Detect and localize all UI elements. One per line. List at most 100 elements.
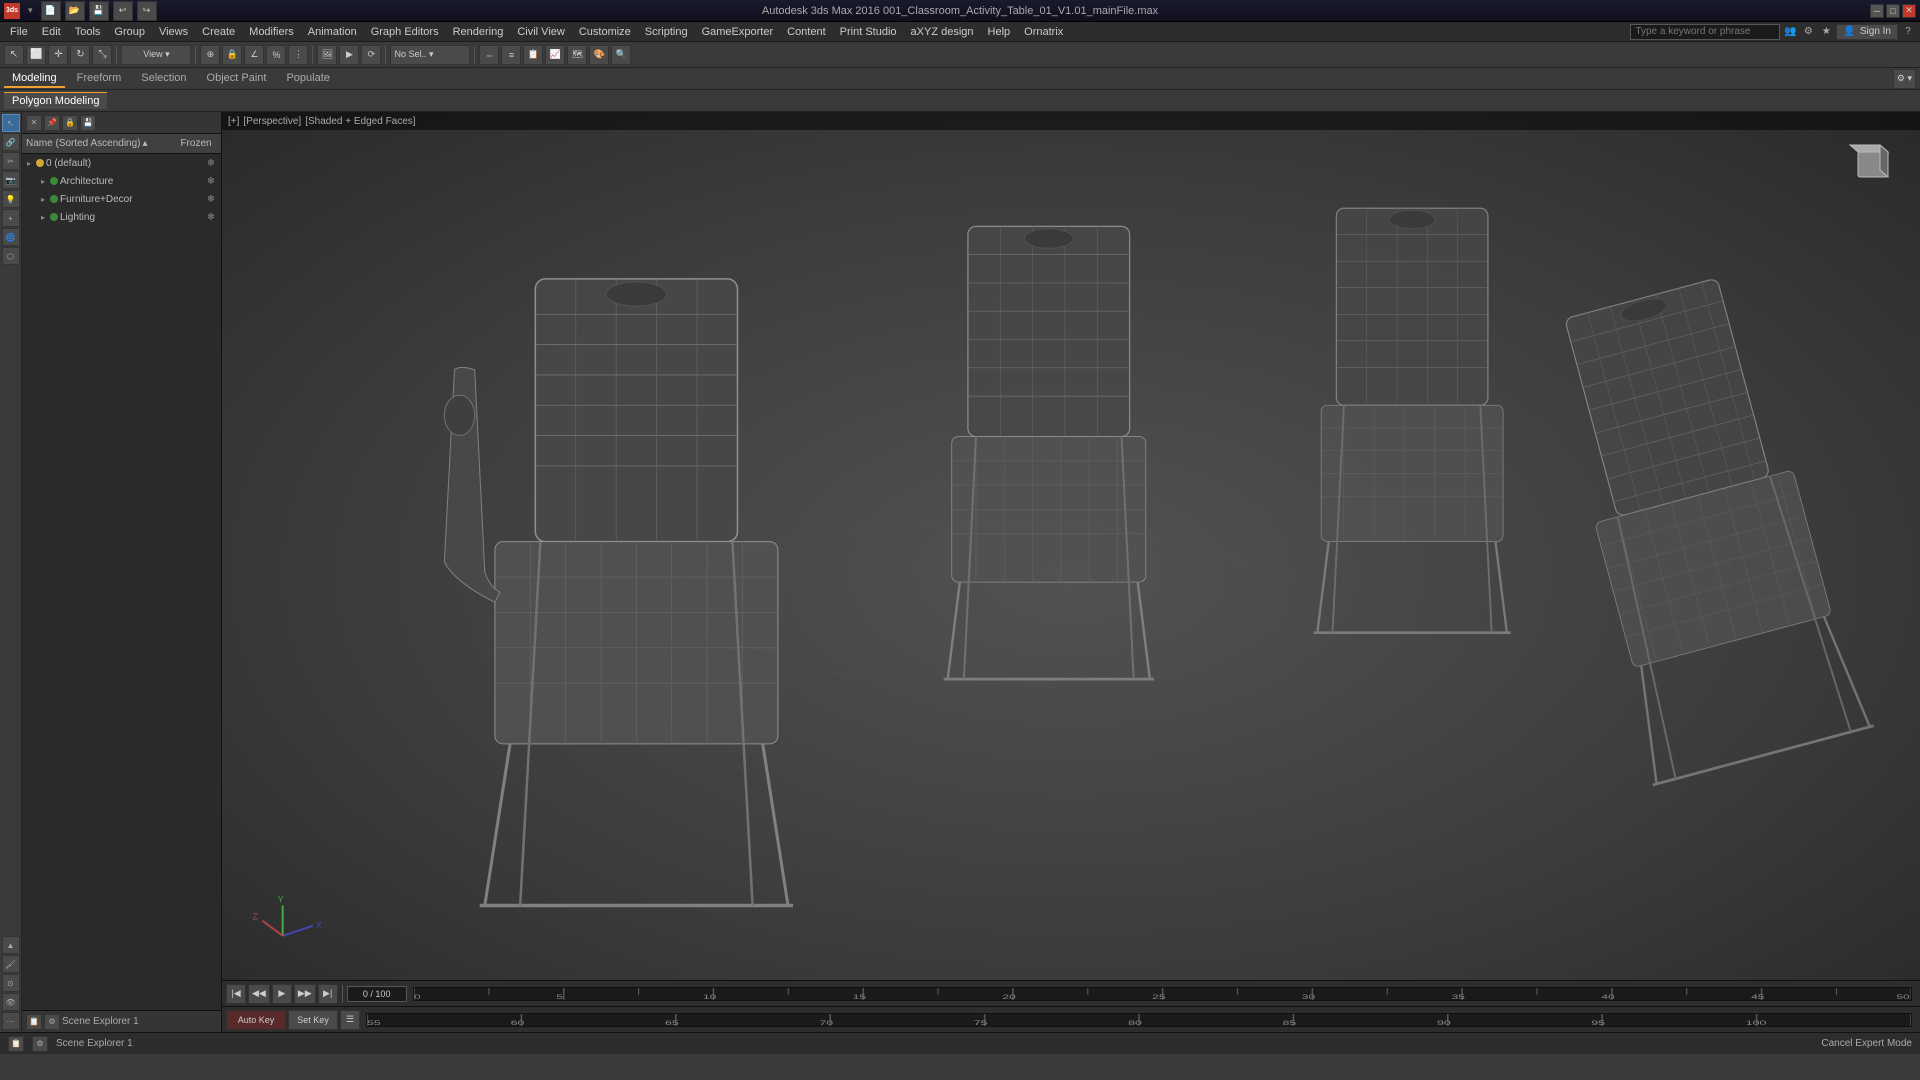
- tree-item-default[interactable]: ▸ 0 (default) ❄: [22, 154, 221, 172]
- menu-modifiers[interactable]: Modifiers: [243, 24, 300, 40]
- scene-footer-btn1[interactable]: 📋: [26, 1014, 42, 1030]
- move-tool[interactable]: ✛: [48, 45, 68, 65]
- menu-tools[interactable]: Tools: [69, 24, 107, 40]
- viewport[interactable]: [+] [Perspective] [Shaded + Edged Faces]: [222, 112, 1920, 1032]
- tab-populate[interactable]: Populate: [278, 70, 337, 88]
- create-shape-icon[interactable]: ▲: [2, 936, 20, 954]
- new-btn[interactable]: 📄: [41, 1, 61, 21]
- named-selection[interactable]: No Sel.. ▾: [390, 45, 470, 65]
- tab-options-btn[interactable]: ⚙ ▾: [1893, 69, 1916, 89]
- more-icon[interactable]: ⋯: [2, 1012, 20, 1030]
- menu-create[interactable]: Create: [196, 24, 241, 40]
- angle-snap[interactable]: ∠: [244, 45, 264, 65]
- align-btn[interactable]: ≡: [501, 45, 521, 65]
- auto-key-btn[interactable]: Auto Key: [226, 1010, 286, 1030]
- paint-icon[interactable]: 🖌: [2, 955, 20, 973]
- prev-key-btn[interactable]: ◀◀: [248, 984, 270, 1004]
- unlink-icon[interactable]: ✂: [2, 152, 20, 170]
- help-icon[interactable]: ?: [1900, 24, 1916, 40]
- camera-icon[interactable]: 📷: [2, 171, 20, 189]
- star-icon[interactable]: ★: [1818, 24, 1834, 40]
- menu-axyz[interactable]: aXYZ design: [905, 24, 980, 40]
- spacewarp-icon[interactable]: 🌀: [2, 228, 20, 246]
- snap-toggle[interactable]: 🔒: [222, 45, 242, 65]
- vp-shading[interactable]: [Shaded + Edged Faces]: [305, 116, 415, 127]
- scene-tool2[interactable]: 🔒: [62, 115, 78, 131]
- menu-rendering[interactable]: Rendering: [447, 24, 510, 40]
- tab-freeform[interactable]: Freeform: [69, 70, 130, 88]
- scene-tool1[interactable]: 📌: [44, 115, 60, 131]
- save-btn[interactable]: 💾: [89, 1, 109, 21]
- menu-help[interactable]: Help: [982, 24, 1017, 40]
- close-btn[interactable]: ✕: [1902, 4, 1916, 18]
- tree-item-furniture[interactable]: ▸ Furniture+Decor ❄: [22, 190, 221, 208]
- tree-item-architecture[interactable]: ▸ Architecture ❄: [22, 172, 221, 190]
- scene-footer-btn2[interactable]: ⚙: [44, 1014, 60, 1030]
- expand-furniture[interactable]: ▸: [38, 194, 48, 204]
- tab-object-paint[interactable]: Object Paint: [199, 70, 275, 88]
- next-key-btn[interactable]: ▶▶: [294, 984, 316, 1004]
- render-setup[interactable]: 🖼: [317, 45, 337, 65]
- select-tool[interactable]: ↖: [4, 45, 24, 65]
- set-key-btn[interactable]: Set Key: [288, 1010, 338, 1030]
- scale-tool[interactable]: ⤡: [92, 45, 112, 65]
- select-icon[interactable]: ↖: [2, 114, 20, 132]
- prev-frame-btn[interactable]: |◀: [226, 984, 246, 1004]
- layer-mgr[interactable]: 📋: [523, 45, 543, 65]
- menu-game-exporter[interactable]: GameExporter: [696, 24, 780, 40]
- frame-counter[interactable]: 0 / 100: [347, 986, 407, 1002]
- reference-coord[interactable]: View ▾: [121, 45, 191, 65]
- menu-customize[interactable]: Customize: [573, 24, 637, 40]
- status-icon2[interactable]: ⚙: [32, 1036, 48, 1052]
- menu-graph-editors[interactable]: Graph Editors: [365, 24, 445, 40]
- open-btn[interactable]: 📂: [65, 1, 85, 21]
- viewport-gizmo[interactable]: [1840, 137, 1905, 202]
- poly-modeling-tab[interactable]: Polygon Modeling: [4, 92, 107, 109]
- users-icon[interactable]: 👥: [1782, 24, 1798, 40]
- col-name-header[interactable]: Name (Sorted Ascending) ▴: [22, 138, 171, 149]
- percent-snap[interactable]: %: [266, 45, 286, 65]
- pivot-btn[interactable]: ⊕: [200, 45, 220, 65]
- curve-editor[interactable]: 📈: [545, 45, 565, 65]
- menu-edit[interactable]: Edit: [36, 24, 67, 40]
- cancel-expert-mode[interactable]: Cancel Expert Mode: [1821, 1038, 1912, 1049]
- vp-bracket[interactable]: [+]: [228, 116, 239, 127]
- expand-lighting[interactable]: ▸: [38, 212, 48, 222]
- undo-btn[interactable]: ↩: [113, 1, 133, 21]
- render-explorer[interactable]: 🔍: [611, 45, 631, 65]
- tree-item-lighting[interactable]: ▸ Lighting ❄: [22, 208, 221, 226]
- play-btn[interactable]: ▶: [272, 984, 292, 1004]
- tab-selection[interactable]: Selection: [133, 70, 194, 88]
- rotate-tool[interactable]: ↻: [70, 45, 90, 65]
- render-last[interactable]: ⟳: [361, 45, 381, 65]
- select-region[interactable]: ⬜: [26, 45, 46, 65]
- schematic-view[interactable]: 🗺: [567, 45, 587, 65]
- expand-default[interactable]: ▸: [24, 158, 34, 168]
- helper-icon[interactable]: +: [2, 209, 20, 227]
- menu-views[interactable]: Views: [153, 24, 194, 40]
- menu-ornatrix[interactable]: Ornatrix: [1018, 24, 1069, 40]
- key-filter-btn[interactable]: ☰: [340, 1010, 360, 1030]
- settings-icon[interactable]: ⚙: [1800, 24, 1816, 40]
- spinner-snap[interactable]: ⋮: [288, 45, 308, 65]
- next-frame-btn[interactable]: ▶|: [318, 984, 338, 1004]
- minimize-btn[interactable]: ─: [1870, 4, 1884, 18]
- display-icon[interactable]: 👁: [2, 993, 20, 1011]
- col-frozen-header[interactable]: Frozen: [171, 138, 221, 149]
- menu-print-studio[interactable]: Print Studio: [834, 24, 903, 40]
- material-editor[interactable]: 🎨: [589, 45, 609, 65]
- light-icon[interactable]: 💡: [2, 190, 20, 208]
- modifier-icon[interactable]: ⬡: [2, 247, 20, 265]
- new-layer-btn[interactable]: ✕: [26, 115, 42, 131]
- search-input[interactable]: [1630, 24, 1780, 40]
- expand-architecture[interactable]: ▸: [38, 176, 48, 186]
- menu-group[interactable]: Group: [108, 24, 151, 40]
- redo-btn[interactable]: ↪: [137, 1, 157, 21]
- timeline-scrubber2[interactable]: 55 60 65 70 75 80 85 90 95 100: [366, 1013, 1912, 1027]
- mirror-btn[interactable]: ⇔: [479, 45, 499, 65]
- isolate-icon[interactable]: ⊙: [2, 974, 20, 992]
- scene-tool3[interactable]: 💾: [80, 115, 96, 131]
- maximize-btn[interactable]: □: [1886, 4, 1900, 18]
- menu-file[interactable]: File: [4, 24, 34, 40]
- render-frame[interactable]: ▶: [339, 45, 359, 65]
